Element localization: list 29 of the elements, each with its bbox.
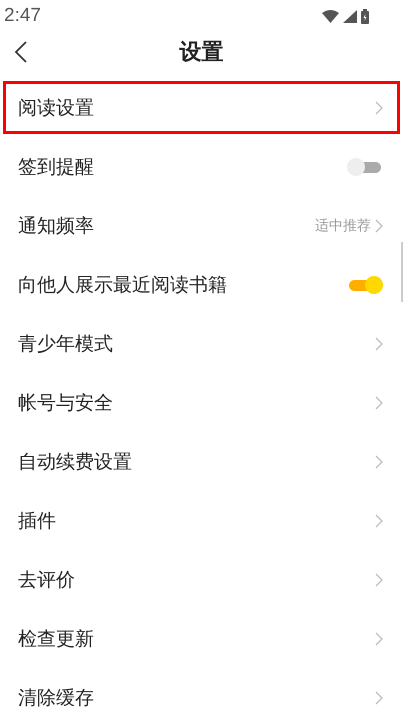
settings-row[interactable]: 签到提醒 xyxy=(0,137,403,196)
settings-row[interactable]: 检查更新 xyxy=(0,609,403,668)
settings-row[interactable]: 青少年模式 xyxy=(0,314,403,373)
chevron-icon xyxy=(375,218,383,232)
chevron-icon xyxy=(375,454,383,468)
battery-icon xyxy=(361,8,369,24)
chevron-icon xyxy=(375,100,383,114)
chevron-icon xyxy=(375,632,383,646)
toggle-switch[interactable] xyxy=(347,274,383,294)
page-title: 设置 xyxy=(180,39,224,67)
settings-row[interactable]: 通知频率 适中推荐 xyxy=(0,196,403,255)
back-icon[interactable] xyxy=(14,41,28,63)
status-time: 2:47 xyxy=(4,5,41,27)
settings-row[interactable]: 帐号与安全 xyxy=(0,373,403,432)
chevron-icon xyxy=(375,690,383,704)
scrollbar xyxy=(401,242,403,302)
chevron-icon xyxy=(375,396,383,410)
chevron-icon xyxy=(375,336,383,350)
signal-icon xyxy=(343,10,357,22)
wifi-icon xyxy=(322,10,339,22)
settings-row[interactable]: 自动续费设置 xyxy=(0,432,403,491)
toggle-switch[interactable] xyxy=(347,156,383,176)
chevron-icon xyxy=(375,572,383,586)
settings-row[interactable]: 去评价 xyxy=(0,550,403,609)
settings-row[interactable]: 向他人展示最近阅读书籍 xyxy=(0,255,403,314)
settings-row[interactable]: 插件 xyxy=(0,491,403,550)
chevron-icon xyxy=(375,514,383,528)
settings-row[interactable]: 清除缓存 xyxy=(0,668,403,722)
settings-row[interactable]: 阅读设置 xyxy=(0,78,403,137)
